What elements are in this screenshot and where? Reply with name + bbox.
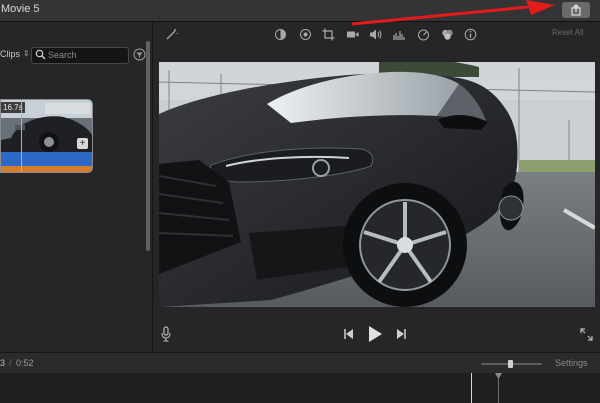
timeline-header: 3 / 0:52 Settings [0, 352, 600, 374]
crop-icon[interactable] [322, 28, 335, 41]
clips-filter-menu[interactable]: Clips [0, 49, 20, 59]
total-duration: 0:52 [16, 358, 34, 368]
share-icon [571, 4, 581, 16]
color-balance-icon[interactable] [274, 28, 287, 41]
search-input[interactable] [48, 49, 124, 61]
search-field[interactable] [31, 47, 129, 64]
clip-thumbnail[interactable]: 16.7s + [0, 99, 93, 173]
skip-forward-icon[interactable] [395, 328, 407, 340]
color-correction-icon[interactable] [299, 28, 312, 41]
media-browser-pane [0, 22, 153, 352]
clip-audio-bar [1, 152, 92, 166]
timeline-tracks[interactable] [0, 373, 600, 403]
speed-icon[interactable] [417, 28, 430, 41]
timeline-settings-button[interactable]: Settings [555, 358, 588, 368]
browser-scrollbar[interactable] [146, 41, 150, 251]
stabilization-icon[interactable] [346, 28, 359, 41]
skimmer-marker-icon [495, 373, 502, 379]
skimmer-line [21, 100, 22, 172]
clip-selection-bar [1, 166, 92, 172]
search-icon [35, 49, 46, 60]
fullscreen-icon[interactable] [580, 328, 593, 341]
microphone-icon[interactable] [160, 326, 172, 342]
noise-reduction-icon[interactable] [393, 28, 406, 41]
video-preview [159, 62, 595, 307]
playhead-line[interactable] [471, 373, 472, 403]
magic-wand-icon[interactable] [165, 28, 178, 41]
add-clip-button[interactable]: + [77, 138, 88, 149]
clip-filter-icon[interactable] [441, 28, 454, 41]
zoom-slider-thumb[interactable] [508, 360, 514, 368]
chevron-updown-icon[interactable]: ⇕ [23, 49, 30, 58]
current-time: 3 [0, 358, 6, 368]
time-separator: / [9, 358, 12, 368]
reset-all-button[interactable]: Reset All [552, 28, 584, 37]
skip-back-icon[interactable] [343, 328, 355, 340]
car-video-frame [159, 62, 595, 307]
filter-icon[interactable] [133, 48, 146, 61]
window-title: Movie 5 [1, 3, 40, 15]
info-icon[interactable] [464, 28, 477, 41]
volume-icon[interactable] [369, 28, 382, 41]
browser-toolbar: Clips ⇕ [0, 44, 152, 66]
viewer-toolbar [153, 22, 600, 46]
playback-controls [153, 316, 600, 352]
title-bar: Movie 5 [0, 0, 600, 22]
play-icon[interactable] [367, 325, 383, 343]
share-button[interactable] [562, 2, 590, 18]
